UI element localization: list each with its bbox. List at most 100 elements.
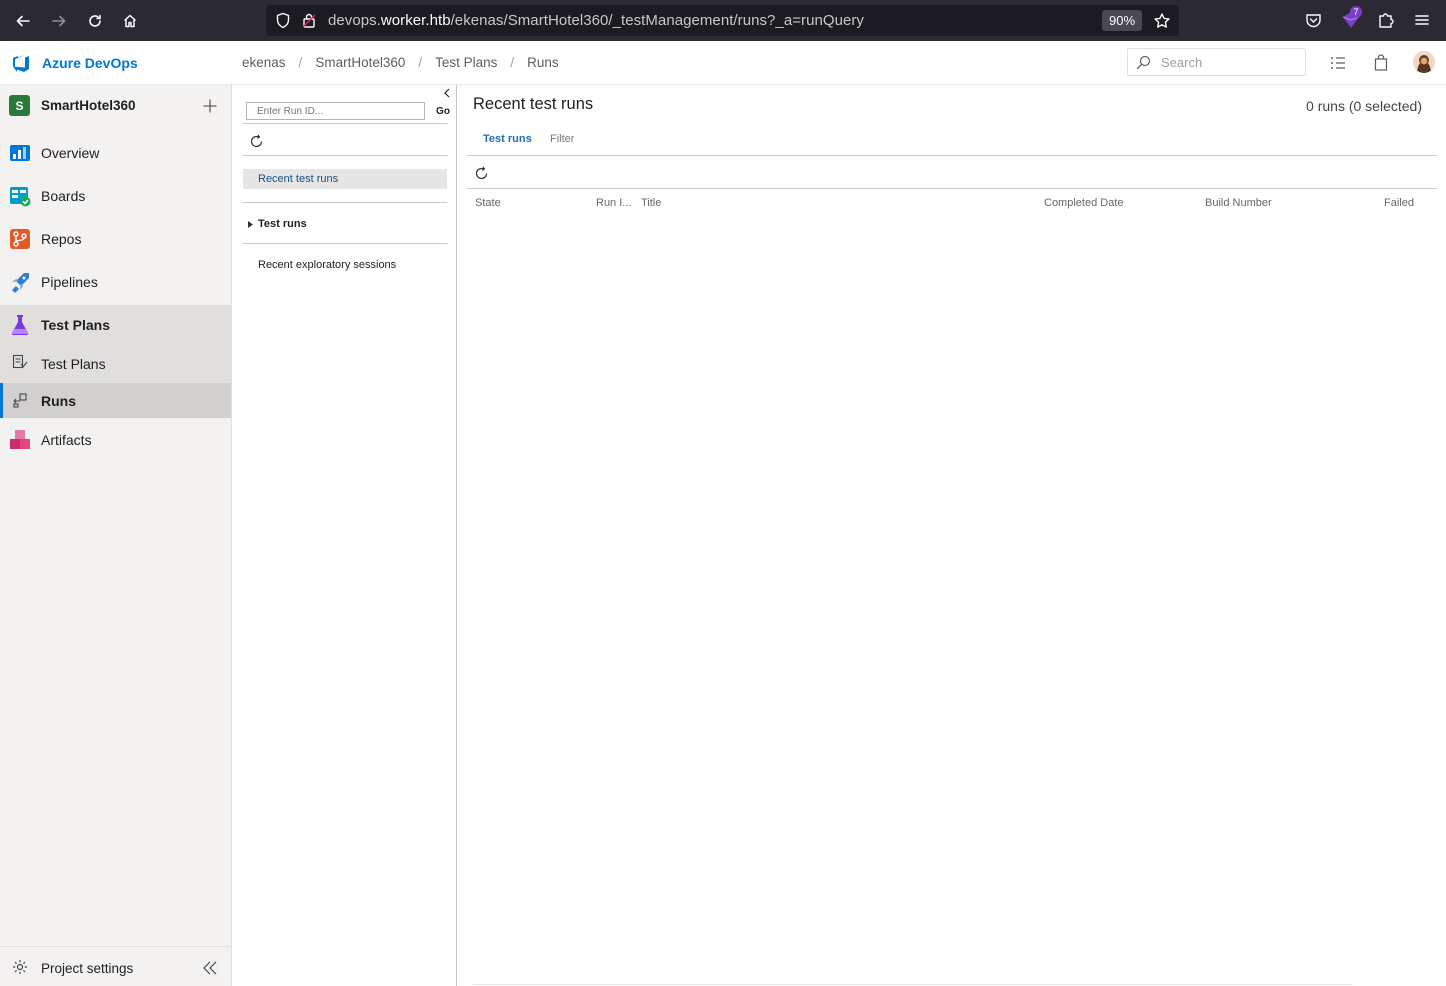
zoom-level[interactable]: 90% [1102, 10, 1142, 31]
azure-devops-logo-icon[interactable] [10, 52, 32, 74]
sidebar-item-label: Runs [41, 392, 76, 409]
project-selector[interactable]: S SmartHotel360 [0, 85, 231, 127]
pipelines-icon [12, 273, 29, 293]
grid-bottom-border [473, 984, 1353, 985]
extension-button[interactable]: 7 [1340, 6, 1362, 31]
search-placeholder: Search [1161, 55, 1203, 70]
column-header-failed[interactable]: Failed [1384, 197, 1414, 209]
tree-item-test-runs[interactable]: Test runs [243, 214, 447, 234]
breadcrumb-project[interactable]: SmartHotel360 [315, 55, 405, 70]
test-plans-icon [11, 315, 29, 335]
project-settings-label: Project settings [41, 961, 134, 976]
run-id-input[interactable] [246, 102, 425, 120]
collapse-double-chevron-icon[interactable] [202, 960, 218, 976]
sidebar-item-label: Test Plans [41, 356, 106, 372]
breadcrumb-separator: / [510, 55, 515, 70]
search-input[interactable]: Search [1127, 48, 1306, 76]
home-icon [123, 14, 137, 28]
sidebar-item-artifacts[interactable]: Artifacts [0, 420, 231, 460]
column-header-title[interactable]: Title [641, 197, 661, 209]
column-header-completed-date[interactable]: Completed Date [1044, 197, 1124, 209]
main-content: Recent test runs 0 runs (0 selected) Tes… [457, 85, 1446, 986]
selected-indicator [0, 383, 3, 418]
puzzle-icon[interactable] [1377, 11, 1395, 29]
reload-icon [89, 14, 101, 27]
left-navigation: S SmartHotel360 Overview Boards Repos Pi… [0, 85, 232, 986]
tree-item-recent-test-runs[interactable]: Recent test runs [243, 169, 447, 189]
user-avatar-icon [1413, 51, 1435, 73]
go-button[interactable]: Go [432, 102, 454, 120]
sidebar-subitem-test-plans[interactable]: Test Plans [0, 345, 231, 383]
expand-triangle-icon[interactable] [248, 221, 253, 228]
search-icon [1136, 55, 1151, 70]
page-title: Recent test runs [473, 95, 594, 113]
sidebar-item-label: Artifacts [41, 432, 92, 448]
runs-tree-pane: Go Recent test runs Test runs Recent exp… [232, 85, 457, 986]
divider [242, 243, 447, 244]
sidebar-item-boards[interactable]: Boards [0, 176, 231, 216]
breadcrumb-test-plans[interactable]: Test Plans [435, 55, 497, 70]
project-avatar: S [9, 95, 30, 116]
sidebar-subitem-runs[interactable]: Runs [0, 383, 231, 418]
overview-icon [10, 145, 30, 161]
test-plan-list-icon [12, 354, 28, 369]
sidebar-item-test-plans[interactable]: Test Plans [0, 305, 231, 345]
shield-icon [276, 12, 290, 29]
gear-icon [13, 960, 27, 974]
breadcrumb: ekenas / SmartHotel360 / Test Plans / Runs [242, 55, 559, 70]
tab-filter[interactable]: Filter [550, 133, 574, 145]
hamburger-menu-icon[interactable] [1414, 12, 1430, 28]
column-header-state[interactable]: State [475, 197, 501, 209]
column-header-run-id[interactable]: Run I... [596, 197, 631, 209]
sidebar-item-label: Pipelines [41, 274, 98, 290]
bookmark-star-icon[interactable] [1153, 12, 1171, 30]
project-name: SmartHotel360 [41, 98, 136, 113]
avatar[interactable] [1413, 51, 1435, 73]
sidebar-item-label: Overview [41, 145, 100, 161]
breadcrumb-separator: / [298, 55, 303, 70]
back-button[interactable] [10, 8, 36, 34]
breadcrumb-separator: / [418, 55, 423, 70]
boards-icon [10, 187, 31, 207]
sidebar-item-label: Test Plans [41, 317, 110, 333]
run-count: 0 runs (0 selected) [1306, 98, 1422, 114]
artifacts-icon [10, 430, 30, 449]
tree-item-recent-exploratory-sessions[interactable]: Recent exploratory sessions [243, 255, 447, 275]
url-text: devops.worker.htb/ekenas/SmartHotel360/_… [328, 12, 864, 29]
project-settings-button[interactable]: Project settings [0, 946, 231, 986]
divider [242, 155, 447, 156]
brand-label[interactable]: Azure DevOps [42, 55, 138, 71]
tab-bar: Test runs Filter [467, 125, 1437, 156]
forward-button[interactable] [46, 8, 72, 34]
divider [242, 202, 447, 203]
pocket-icon[interactable] [1305, 12, 1322, 29]
refresh-icon[interactable] [474, 166, 489, 181]
tree-item-label: Test runs [258, 218, 307, 230]
sidebar-item-repos[interactable]: Repos [0, 219, 231, 259]
extension-badge: 7 [1350, 6, 1362, 18]
shopping-bag-icon[interactable] [1373, 54, 1389, 72]
browser-toolbar: devops.worker.htb/ekenas/SmartHotel360/_… [0, 0, 1446, 41]
sidebar-item-label: Repos [41, 231, 82, 247]
arrow-left-icon [16, 15, 30, 27]
divider [467, 188, 1437, 189]
divider [242, 123, 447, 124]
plus-icon[interactable] [202, 98, 218, 114]
breadcrumb-org[interactable]: ekenas [242, 55, 286, 70]
collapse-pane-chevron-icon[interactable] [443, 88, 451, 98]
sidebar-item-pipelines[interactable]: Pipelines [0, 262, 231, 302]
url-bar[interactable]: devops.worker.htb/ekenas/SmartHotel360/_… [266, 5, 1179, 36]
home-button[interactable] [117, 8, 143, 34]
column-header-build-number[interactable]: Build Number [1205, 197, 1272, 209]
task-list-icon[interactable] [1330, 55, 1346, 71]
sidebar-item-label: Boards [41, 188, 86, 204]
reload-button[interactable] [82, 8, 108, 34]
tab-test-runs[interactable]: Test runs [483, 133, 532, 145]
repos-icon [10, 229, 30, 249]
lock-icon [302, 13, 316, 28]
sidebar-item-overview[interactable]: Overview [0, 133, 231, 173]
runs-icon [13, 393, 27, 408]
breadcrumb-runs[interactable]: Runs [527, 55, 559, 70]
refresh-icon[interactable] [249, 134, 264, 149]
app-header: Azure DevOps ekenas / SmartHotel360 / Test P… [0, 41, 1446, 85]
